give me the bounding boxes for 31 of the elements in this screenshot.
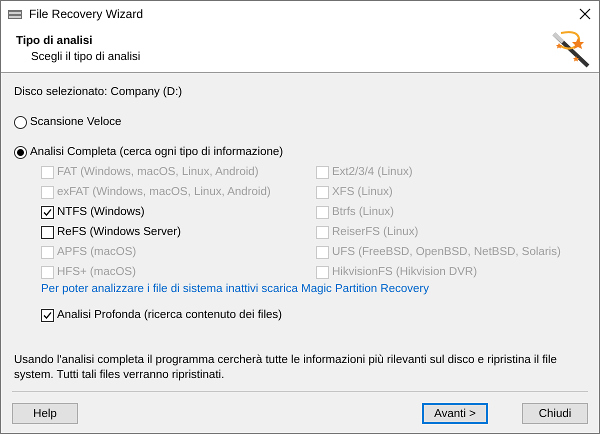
dialog-button[interactable]: Avanti >	[422, 403, 488, 424]
checkbox-label: Ext2/3/4 (Linux)	[332, 166, 413, 178]
window-title: File Recovery Wizard	[29, 6, 144, 20]
selected-disk-label: Disco selezionato: Company (D:)	[14, 86, 184, 98]
radio-button[interactable]	[14, 146, 27, 158]
dialog-button[interactable]: Help	[12, 403, 78, 424]
checkbox-label: Analisi Profonda (ricerca contenuto dei files)	[57, 309, 282, 321]
checkbox[interactable]	[41, 226, 54, 238]
checkbox-label: HikvisionFS (Hikvision DVR)	[332, 266, 478, 278]
close-button[interactable]	[577, 6, 593, 22]
checkbox[interactable]	[41, 206, 54, 218]
header-title: Tipo di analisi	[16, 35, 94, 47]
radio-button[interactable]	[14, 116, 27, 128]
checkbox-label: ReiserFS (Linux)	[332, 226, 418, 238]
checkbox-label: APFS (macOS)	[57, 246, 136, 258]
checkbox-label: HFS+ (macOS)	[57, 266, 136, 278]
checkbox-label: NTFS (Windows)	[57, 206, 145, 218]
download-link[interactable]: Per poter analizzare i file di sistema inattivi scarica Magic Partition Recovery	[14, 283, 586, 295]
header-subtitle: Scegli il tipo di analisi	[30, 51, 142, 63]
checkbox-label: FAT (Windows, macOS, Linux, Android)	[57, 166, 259, 178]
radio-label: Scansione Veloce	[30, 116, 122, 128]
checkbox-label: Btrfs (Linux)	[332, 206, 394, 218]
checkbox-label: ReFS (Windows Server)	[57, 226, 181, 238]
checkbox-label: exFAT (Windows, macOS, Linux, Android)	[57, 186, 271, 198]
checkbox[interactable]	[41, 308, 54, 322]
checkbox-label: UFS (FreeBSD, OpenBSD, NetBSD, Solaris)	[332, 246, 561, 258]
checkbox-label: XFS (Linux)	[332, 186, 393, 198]
description-text: Usando l'analisi completa il programma cercherà tutte le informazioni più rilevanti sul disco e ripristina il file system. Tutti tali files verranno ripristinati.	[14, 353, 558, 383]
dialog-button[interactable]: Chiudi	[522, 403, 588, 424]
magic-wand-icon	[551, 29, 591, 69]
radio-label: Analisi Completa (cerca ogni tipo di informazione)	[30, 146, 284, 158]
